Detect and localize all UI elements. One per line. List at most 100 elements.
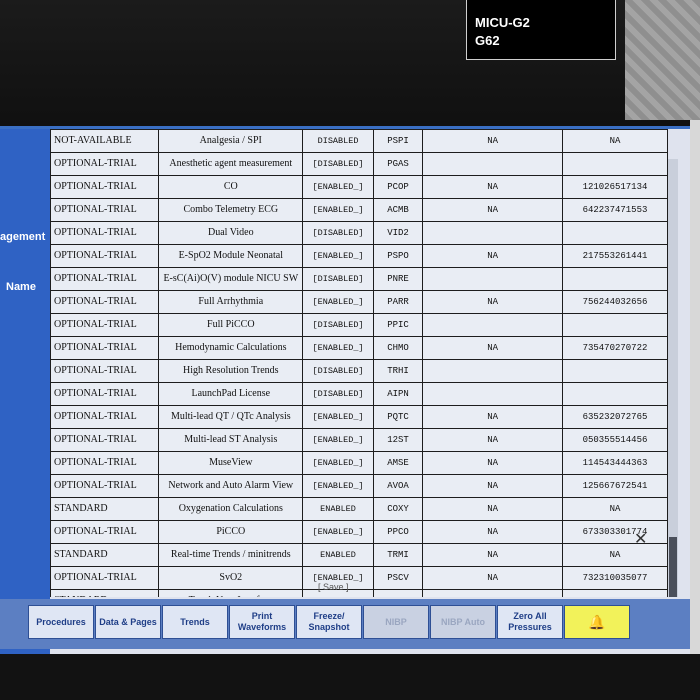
procedures-button[interactable]: Procedures: [28, 605, 94, 639]
option-status-cell: OPTIONAL-TRIAL: [50, 221, 160, 245]
save-button[interactable]: [ Save ]: [318, 582, 349, 592]
option-code-cell: PQTC: [372, 405, 424, 429]
table-row[interactable]: OPTIONAL-TRIAL LaunchPad License [DISABLED…: [50, 382, 668, 406]
trends-button[interactable]: Trends: [162, 605, 228, 639]
option-serial-cell: [561, 313, 668, 337]
table-row[interactable]: OPTIONAL-TRIAL Combo Telemetry ECG [ENABLE…: [50, 198, 668, 222]
option-name-cell: Real-time Trends / minitrends: [158, 543, 304, 567]
option-state-cell: [DISABLED]: [302, 359, 374, 383]
option-serial-cell: 114543444363: [561, 451, 668, 475]
table-row[interactable]: STANDARD Oxygenation Calculations ENABLED C…: [50, 497, 668, 521]
option-code-cell: PSPI: [372, 129, 424, 153]
table-row[interactable]: OPTIONAL-TRIAL High Resolution Trends [DIS…: [50, 359, 668, 383]
table-row[interactable]: OPTIONAL-TRIAL PiCCO [ENABLED_] PPCO NA 67330…: [50, 520, 668, 544]
option-code-cell: ACMB: [372, 198, 424, 222]
option-status-cell: OPTIONAL-TRIAL: [50, 290, 160, 314]
option-state-cell: [ENABLED_]: [302, 290, 374, 314]
option-status-cell: OPTIONAL-TRIAL: [50, 198, 160, 222]
table-row[interactable]: OPTIONAL-TRIAL SvO2 [ENABLED_] PSCV NA 732310…: [50, 566, 668, 590]
option-serial-cell: 735470270722: [561, 336, 668, 360]
option-name-cell: Oxygenation Calculations: [158, 497, 304, 521]
monitor-unit-label: MICU-G2 G62: [466, 0, 616, 60]
table-row[interactable]: STANDARDTouch User InterfaceENABLEDTOUCN…: [50, 589, 668, 597]
print-waveforms-button[interactable]: Print Waveforms: [229, 605, 295, 639]
option-code-cell: TRHI: [372, 359, 424, 383]
option-code-cell: AMSE: [372, 451, 424, 475]
option-state-cell: [ENABLED_]: [302, 520, 374, 544]
nibp-auto-button[interactable]: NIBP Auto: [430, 605, 496, 639]
option-name-cell: MuseView: [158, 451, 304, 475]
option-code-cell: TRMI: [372, 543, 424, 567]
table-row[interactable]: NOT-AVAILABLE Analgesia / SPI DISABLED PSPI…: [50, 129, 668, 153]
option-name-cell: E-SpO2 Module Neonatal: [158, 244, 304, 268]
nibp-button[interactable]: NIBP: [363, 605, 429, 639]
option-name-cell: Full PiCCO: [158, 313, 304, 337]
table-row[interactable]: OPTIONAL-TRIAL CO [ENABLED_] PCOP NA 12102651…: [50, 175, 668, 199]
table-row[interactable]: OPTIONAL-TRIAL E-SpO2 Module Neonatal [ENA…: [50, 244, 668, 268]
option-code-cell: VID2: [372, 221, 424, 245]
option-serial-cell: NA: [561, 497, 668, 521]
table-row[interactable]: OPTIONAL-TRIAL Network and Auto Alarm Vie…: [50, 474, 668, 498]
table-row[interactable]: OPTIONAL-TRIAL Dual Video [DISABLED] VID2: [50, 221, 668, 245]
option-value-cell: [422, 313, 563, 337]
monitor-bezel-bottom: [0, 654, 700, 700]
bottom-toolbar: Procedures Data & Pages Trends Print Wav…: [0, 599, 690, 649]
close-icon[interactable]: ✕: [634, 529, 647, 549]
monitor-screen: agement Name NOT-AVAILABLE Analgesia / SP…: [0, 126, 690, 657]
option-name-cell: SvO2: [158, 566, 304, 590]
alarm-button[interactable]: 🔔: [564, 605, 630, 639]
option-code-cell: PPCO: [372, 520, 424, 544]
option-state-cell: [ENABLED_]: [302, 175, 374, 199]
option-name-cell: Analgesia / SPI: [158, 129, 304, 153]
table-row[interactable]: OPTIONAL-TRIAL MuseView [ENABLED_] AMSE NA 11…: [50, 451, 668, 475]
option-status-cell: OPTIONAL-TRIAL: [50, 520, 160, 544]
option-code-cell: TOUC: [372, 589, 424, 597]
zero-all-pressures-button[interactable]: Zero All Pressures: [497, 605, 563, 639]
option-status-cell: OPTIONAL-TRIAL: [50, 474, 160, 498]
option-state-cell: ENABLED: [302, 497, 374, 521]
option-value-cell: [422, 267, 563, 291]
table-row[interactable]: OPTIONAL-TRIAL Full PiCCO [DISABLED] PPIC: [50, 313, 668, 337]
option-state-cell: [DISABLED]: [302, 382, 374, 406]
option-state-cell: [ENABLED_]: [302, 474, 374, 498]
option-name-cell: Dual Video: [158, 221, 304, 245]
option-name-cell: LaunchPad License: [158, 382, 304, 406]
table-row[interactable]: OPTIONAL-TRIAL E-sC(Ai)O(V) module NICU S…: [50, 267, 668, 291]
table-row[interactable]: OPTIONAL-TRIAL Full Arrhythmia [ENABLED_] P…: [50, 290, 668, 314]
option-value-cell: NA: [422, 129, 563, 153]
bed-name: G62: [475, 33, 500, 48]
option-status-cell: OPTIONAL-TRIAL: [50, 359, 160, 383]
table-row[interactable]: OPTIONAL-TRIAL Multi-lead QT / QTc Analys…: [50, 405, 668, 429]
option-value-cell: [422, 359, 563, 383]
scrollbar-thumb[interactable]: [669, 537, 677, 597]
freeze-snapshot-button[interactable]: Freeze/ Snapshot: [296, 605, 362, 639]
option-code-cell: AIPN: [372, 382, 424, 406]
unit-name: MICU-G2: [475, 15, 530, 30]
option-name-cell: CO: [158, 175, 304, 199]
option-status-cell: OPTIONAL-TRIAL: [50, 336, 160, 360]
option-status-cell: OPTIONAL-TRIAL: [50, 313, 160, 337]
options-table: NOT-AVAILABLE Analgesia / SPI DISABLED PSPI…: [50, 129, 668, 597]
data-pages-button[interactable]: Data & Pages: [95, 605, 161, 639]
table-row[interactable]: OPTIONAL-TRIAL Anesthetic agent measureme…: [50, 152, 668, 176]
option-serial-cell: 673303301774: [561, 520, 668, 544]
option-name-cell: Anesthetic agent measurement: [158, 152, 304, 176]
option-state-cell: [ENABLED_]: [302, 244, 374, 268]
screen-frame-edge: [690, 120, 700, 660]
option-status-cell: STANDARD: [50, 543, 160, 567]
option-status-cell: OPTIONAL-TRIAL: [50, 244, 160, 268]
option-value-cell: NA: [422, 336, 563, 360]
option-serial-cell: 050355514456: [561, 428, 668, 452]
option-name-cell: Hemodynamic Calculations: [158, 336, 304, 360]
options-table-panel: NOT-AVAILABLE Analgesia / SPI DISABLED PSPI…: [50, 129, 668, 597]
vertical-scrollbar[interactable]: [668, 159, 678, 597]
table-row[interactable]: STANDARD Real-time Trends / minitrends ENA…: [50, 543, 668, 567]
option-code-cell: PNRE: [372, 267, 424, 291]
table-row[interactable]: OPTIONAL-TRIAL Multi-lead ST Analysis [ENA…: [50, 428, 668, 452]
option-value-cell: [422, 221, 563, 245]
option-name-cell: Combo Telemetry ECG: [158, 198, 304, 222]
option-name-cell: Full Arrhythmia: [158, 290, 304, 314]
table-row[interactable]: OPTIONAL-TRIAL Hemodynamic Calculations [E…: [50, 336, 668, 360]
option-state-cell: [DISABLED]: [302, 313, 374, 337]
option-status-cell: OPTIONAL-TRIAL: [50, 566, 160, 590]
